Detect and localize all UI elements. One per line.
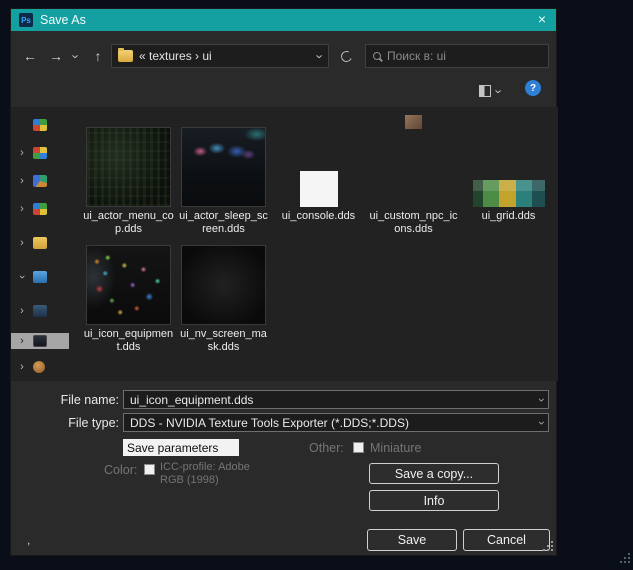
file-thumbnail	[86, 127, 171, 207]
tree-item[interactable]: ›	[11, 359, 69, 375]
filename-dropdown-chevron[interactable]: ›	[535, 398, 549, 402]
file-thumbnail	[181, 127, 266, 207]
search-box	[365, 44, 549, 68]
save-parameters-label: Save parameters	[123, 439, 239, 456]
refresh-icon	[338, 48, 354, 64]
chevron-down-icon: ›	[491, 88, 507, 94]
tree-item-this-pc[interactable]: ›	[11, 269, 69, 285]
file-item[interactable]: ui_actor_sleep_screen.dds	[176, 115, 271, 235]
expand-chevron-icon[interactable]: ›	[15, 305, 29, 317]
icc-profile-label: ICC-profile: Adobe RGB (1998)	[160, 461, 250, 486]
file-name-label: ui_nv_screen_mask.dds	[180, 328, 267, 353]
collapse-chevron-icon[interactable]: ›	[16, 270, 28, 284]
expand-chevron-icon[interactable]: ›	[15, 237, 29, 249]
view-options-button[interactable]: ›	[479, 81, 507, 101]
file-name-label: ui_console.dds	[281, 210, 356, 222]
filetype-dropdown-chevron[interactable]: ›	[535, 421, 549, 425]
help-button[interactable]: ?	[525, 80, 541, 96]
tree-item[interactable]: ›	[11, 145, 69, 161]
folder-icon	[33, 335, 47, 347]
color-label: Color:	[104, 463, 138, 477]
outer-resize-grip[interactable]	[620, 561, 622, 563]
file-item[interactable]: ui_custom_npc_icons.dds	[366, 115, 461, 235]
file-item[interactable]: ui_nv_screen_mask.dds	[176, 235, 271, 353]
drive-icon	[33, 305, 47, 317]
file-thumbnail	[472, 180, 545, 207]
file-type-label: File type:	[68, 416, 119, 430]
window-title: Save As	[40, 13, 86, 27]
file-item[interactable]: ui_console.dds	[271, 115, 366, 223]
file-thumbnail	[299, 171, 338, 207]
folder-icon	[33, 203, 47, 215]
computer-icon	[33, 271, 47, 283]
tree-item[interactable]: ›	[11, 303, 69, 319]
folder-icon	[33, 361, 45, 373]
file-name-input[interactable]	[130, 392, 540, 407]
expand-chevron-icon[interactable]: ›	[15, 335, 29, 347]
expand-chevron-icon[interactable]: ›	[15, 361, 29, 373]
up-button[interactable]: ↑	[87, 45, 109, 67]
photoshop-app-icon: Ps	[19, 13, 33, 27]
address-dropdown-chevron[interactable]: ›	[312, 54, 327, 58]
expand-chevron-icon[interactable]: ›	[15, 175, 29, 187]
expand-chevron-icon[interactable]: ›	[15, 203, 29, 215]
file-name-label: ui_icon_equipment.dds	[83, 328, 174, 353]
folder-icon	[118, 48, 133, 62]
folder-icon	[33, 237, 47, 249]
miniature-checkbox[interactable]	[353, 442, 364, 453]
tree-item[interactable]: ›	[11, 117, 69, 133]
refresh-button[interactable]	[333, 44, 359, 68]
address-bar[interactable]: « textures › ui ›	[111, 44, 329, 68]
breadcrumb[interactable]: « textures › ui	[139, 49, 312, 63]
stray-character: ,	[27, 533, 31, 547]
file-item[interactable]: ui_actor_menu_cop.dds	[81, 115, 176, 235]
other-label: Other:	[309, 441, 344, 455]
file-type-select[interactable]: DDS - NVIDIA Texture Tools Exporter (*.D…	[123, 413, 549, 432]
icc-profile-checkbox[interactable]	[144, 464, 155, 475]
titlebar[interactable]: Ps Save As ×	[11, 9, 556, 31]
expand-chevron-icon[interactable]: ›	[15, 147, 29, 159]
save-copy-button[interactable]: Save a copy...	[369, 463, 499, 484]
recent-locations-button[interactable]: ›	[68, 45, 84, 67]
folder-icon	[33, 175, 47, 187]
file-name-label: ui_custom_npc_icons.dds	[369, 210, 458, 235]
file-name-label: File name:	[60, 393, 119, 407]
miniature-label: Miniature	[370, 441, 422, 455]
tree-item[interactable]: ›	[11, 201, 69, 217]
file-browser: › › › › › › › › › ui_actor_menu_cop.dds …	[11, 107, 558, 381]
search-input[interactable]	[387, 49, 542, 63]
resize-grip[interactable]	[543, 549, 545, 551]
file-name-label: ui_actor_menu_cop.dds	[83, 210, 174, 235]
file-item[interactable]: ui_icon_equipment.dds	[81, 235, 176, 353]
save-button[interactable]: Save	[367, 529, 457, 551]
info-button[interactable]: Info	[369, 490, 499, 511]
file-name-label: ui_grid.dds	[481, 210, 536, 222]
save-as-dialog: Ps Save As × ← → › ↑ « textures › ui › ›…	[10, 8, 558, 556]
tree-item[interactable]: ›	[11, 235, 69, 251]
folder-icon	[33, 147, 47, 159]
cancel-button[interactable]: Cancel	[463, 529, 550, 551]
file-item[interactable]: ui_grid.dds	[461, 115, 556, 223]
file-thumbnail	[86, 245, 171, 325]
file-thumbnail	[405, 115, 422, 129]
file-type-value: DDS - NVIDIA Texture Tools Exporter (*.D…	[130, 415, 409, 430]
chevron-down-icon: ›	[68, 53, 84, 59]
file-name-label: ui_actor_sleep_screen.dds	[179, 210, 268, 235]
folder-icon	[33, 119, 47, 131]
back-button[interactable]: ←	[19, 45, 41, 67]
file-thumbnail	[181, 245, 266, 325]
forward-button[interactable]: →	[45, 45, 67, 67]
tree-item[interactable]: ›	[11, 173, 69, 189]
close-button[interactable]: ×	[538, 11, 546, 27]
tree-item-selected[interactable]: ›	[11, 333, 69, 349]
folder-tree: › › › › › › › › ›	[11, 107, 69, 381]
search-icon	[373, 52, 381, 60]
view-mode-icon	[479, 85, 491, 97]
file-name-combo: ›	[123, 390, 549, 409]
